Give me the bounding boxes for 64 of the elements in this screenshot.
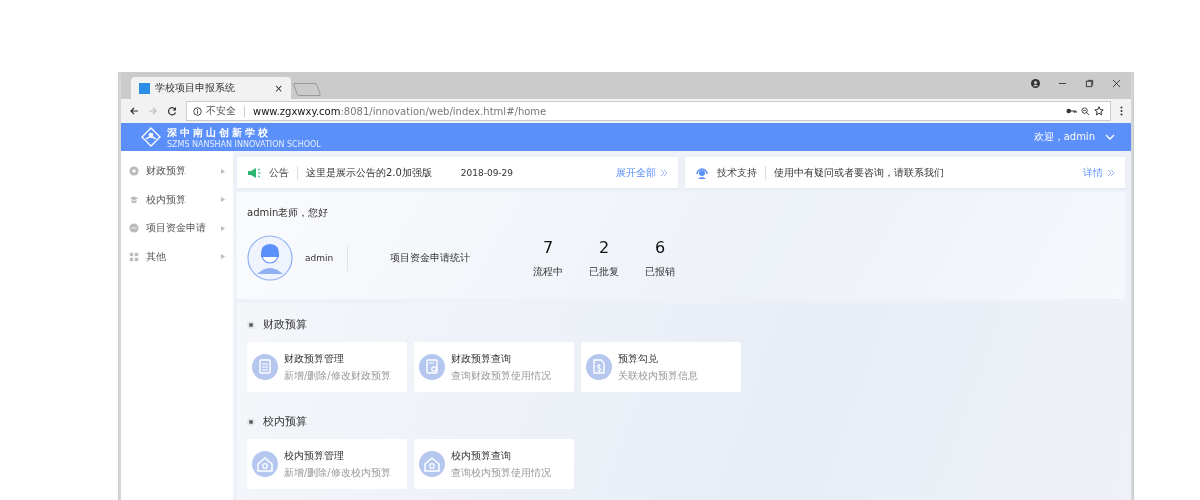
back-arrow-icon[interactable] [129, 106, 139, 116]
module-card[interactable]: 财政预算查询 查询财政预算使用情况 [414, 342, 574, 392]
module-card[interactable]: 校内预算管理 新增/删除/修改校内预算 [247, 439, 407, 489]
section-icon [247, 320, 255, 329]
sidebar-item[interactable]: 校内预算 [121, 185, 233, 214]
close-icon[interactable] [1112, 79, 1121, 88]
reload-icon[interactable] [167, 106, 177, 116]
module-card[interactable]: 预算勾兑 关联校内预算信息 [581, 342, 741, 392]
menu-icon[interactable] [1120, 106, 1123, 116]
notice-text: 使用中有疑问或者要咨询，请联系我们 [773, 165, 945, 180]
menu-item-icon [129, 223, 139, 234]
megaphone-icon [247, 166, 261, 179]
notice-title: 公告 [269, 165, 298, 180]
account-icon[interactable] [1031, 79, 1040, 88]
greeting-text: admin老师，您好 [247, 206, 330, 220]
user-name: admin [305, 253, 335, 263]
notice-text: 这里是展示公告的2.0加强版 [306, 165, 433, 180]
caret-right-icon [221, 225, 225, 231]
caret-right-icon [221, 168, 225, 174]
menu-item-icon [129, 166, 139, 177]
module-card[interactable]: 财政预算管理 新增/删除/修改财政预算 [247, 342, 407, 392]
module-icon [419, 451, 445, 477]
address-bar[interactable]: 不安全 www.zgxwxy.com:8081/innovation/web/index.html#/home [186, 101, 1111, 121]
stat-value: 6 [654, 237, 666, 257]
stat-label: 流程中 [533, 264, 563, 279]
favicon-icon [139, 82, 150, 94]
module-icon [419, 354, 445, 380]
school-name: 深中南山创新学校 [167, 125, 272, 140]
section-title: 校内预算 [263, 414, 307, 429]
module-icon [252, 354, 278, 380]
tab-close-button[interactable]: × [274, 82, 283, 94]
stat-value: 7 [542, 237, 554, 257]
double-chevron-icon [659, 168, 668, 177]
sidebar-item[interactable]: 其他 [121, 242, 233, 271]
star-icon[interactable] [1094, 106, 1104, 116]
section-icon [247, 417, 255, 426]
stat-label: 已批复 [589, 264, 619, 279]
menu-item-icon [129, 251, 139, 262]
menu-item-icon [129, 194, 139, 205]
module-card[interactable]: 校内预算查询 查询校内预算使用情况 [414, 439, 574, 489]
zoom-icon[interactable] [1081, 106, 1090, 116]
chevron-down-icon[interactable] [1105, 134, 1115, 140]
section-title: 财政预算 [263, 317, 307, 332]
caret-right-icon [221, 254, 225, 260]
headset-icon [694, 165, 709, 180]
notice-date: 2018-09-29 [460, 167, 515, 178]
info-icon [193, 106, 202, 116]
browser-tab[interactable]: 学校项目申报系统 × [131, 77, 291, 99]
key-icon[interactable] [1066, 107, 1077, 115]
module-icon [252, 451, 278, 477]
stat-label: 已报销 [645, 264, 675, 279]
module-icon [586, 354, 612, 380]
welcome-text: 欢迎，admin [1033, 130, 1095, 144]
notice-title: 技术支持 [716, 165, 766, 180]
restore-icon[interactable] [1085, 79, 1094, 88]
caret-right-icon [221, 197, 225, 203]
sidebar-item[interactable]: 财政预算 [121, 157, 233, 186]
sidebar-item[interactable]: 项目资金申请 [121, 214, 233, 243]
avatar-icon [247, 235, 293, 281]
stat-value: 2 [598, 237, 610, 257]
stats-label: 项目资金申请统计 [390, 251, 471, 265]
school-emblem-icon [141, 127, 161, 147]
double-chevron-icon [1107, 168, 1115, 177]
school-name-english: SZMS NANSHAN INNOVATION SCHOOL [167, 139, 321, 149]
